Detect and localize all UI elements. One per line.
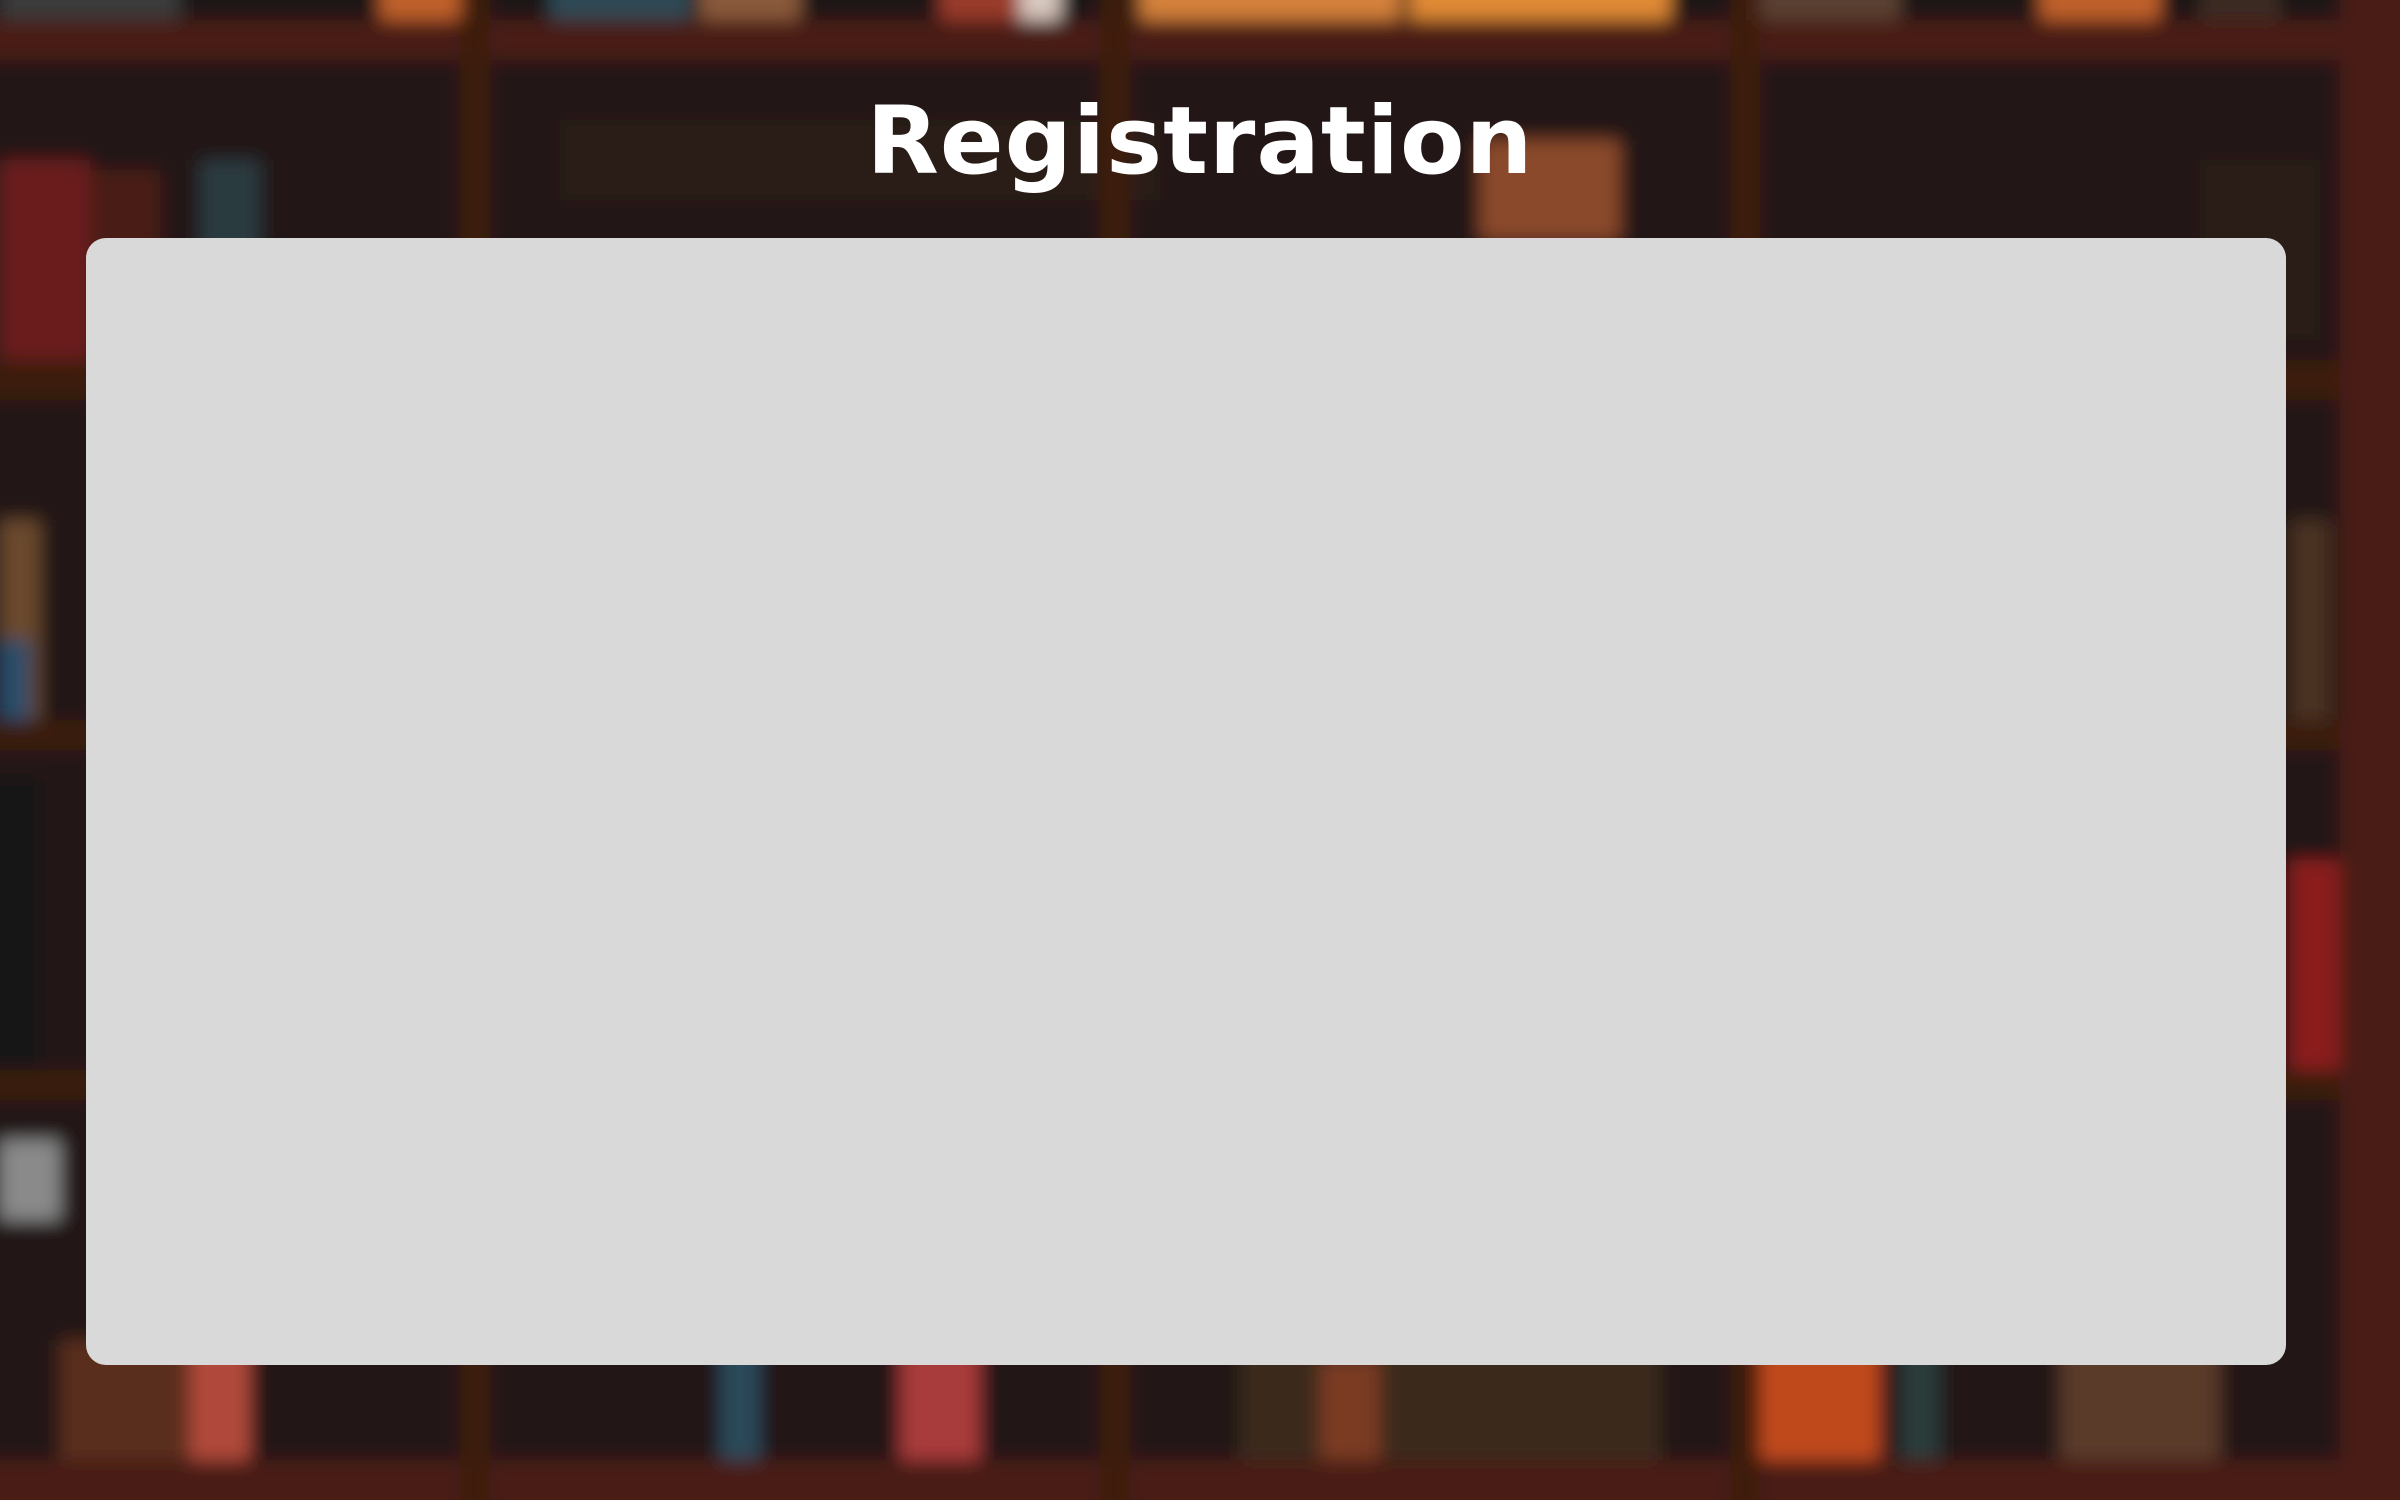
page-title: Registration (866, 87, 1534, 196)
registration-panel (86, 238, 2286, 1365)
